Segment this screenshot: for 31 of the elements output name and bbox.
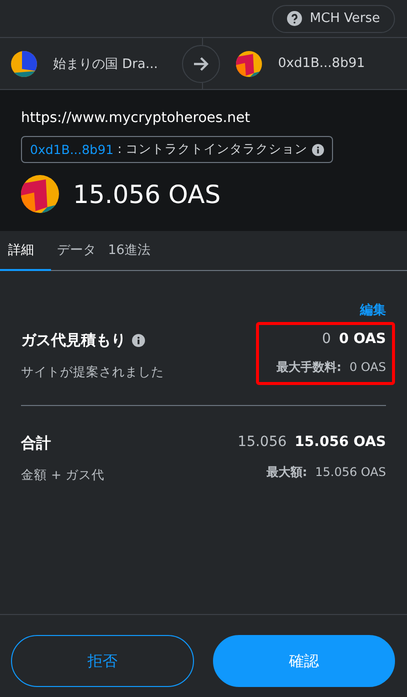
tab[interactable]: 16進法: [102, 231, 157, 271]
account-avatar-icon: [236, 50, 262, 76]
edit-link[interactable]: 編集: [360, 301, 386, 319]
gas-fee-value: 0 OAS: [338, 331, 386, 347]
total-title: 合計: [21, 434, 51, 453]
recipient-account-name: 0xd1B...8b91: [278, 56, 365, 71]
gas-fiat-value: 0: [322, 331, 331, 347]
site-origin: https://www.mycryptoheroes.net: [21, 110, 252, 126]
gas-estimate-subtitle: サイトが提案されました: [21, 364, 164, 381]
help-icon: [286, 11, 302, 26]
contract-address-link[interactable]: 0xd1B...8b91: [30, 142, 114, 157]
max-fee-value: 0 OAS: [349, 360, 386, 374]
gas-estimate-title: ガス代見積もり: [21, 331, 126, 350]
sender-account-name: 始まりの国 Dra...: [53, 56, 158, 72]
account-avatar-icon: [11, 50, 37, 76]
max-fee-label: 最大手数料:: [276, 359, 342, 376]
max-amount-label: 最大額:: [266, 464, 308, 481]
tab[interactable]: 詳細: [0, 231, 51, 271]
transaction-amount: 15.056 OAS: [73, 180, 221, 208]
account-avatar-icon: [21, 175, 59, 213]
total-value: 15.056 OAS: [294, 434, 386, 450]
arrow-right-icon: [193, 56, 209, 70]
total-fiat-value: 15.056: [238, 434, 287, 450]
info-icon[interactable]: [312, 144, 324, 156]
network-selector[interactable]: MCH Verse: [272, 4, 395, 32]
max-amount-value: 15.056 OAS: [315, 465, 386, 479]
reject-button[interactable]: 拒否: [11, 635, 194, 687]
tab[interactable]: データ: [51, 231, 102, 271]
info-icon[interactable]: [132, 334, 145, 347]
total-subtitle: 金額 + ガス代: [21, 467, 104, 484]
contract-interaction-label: : コントラクトインタラクション: [118, 141, 308, 158]
